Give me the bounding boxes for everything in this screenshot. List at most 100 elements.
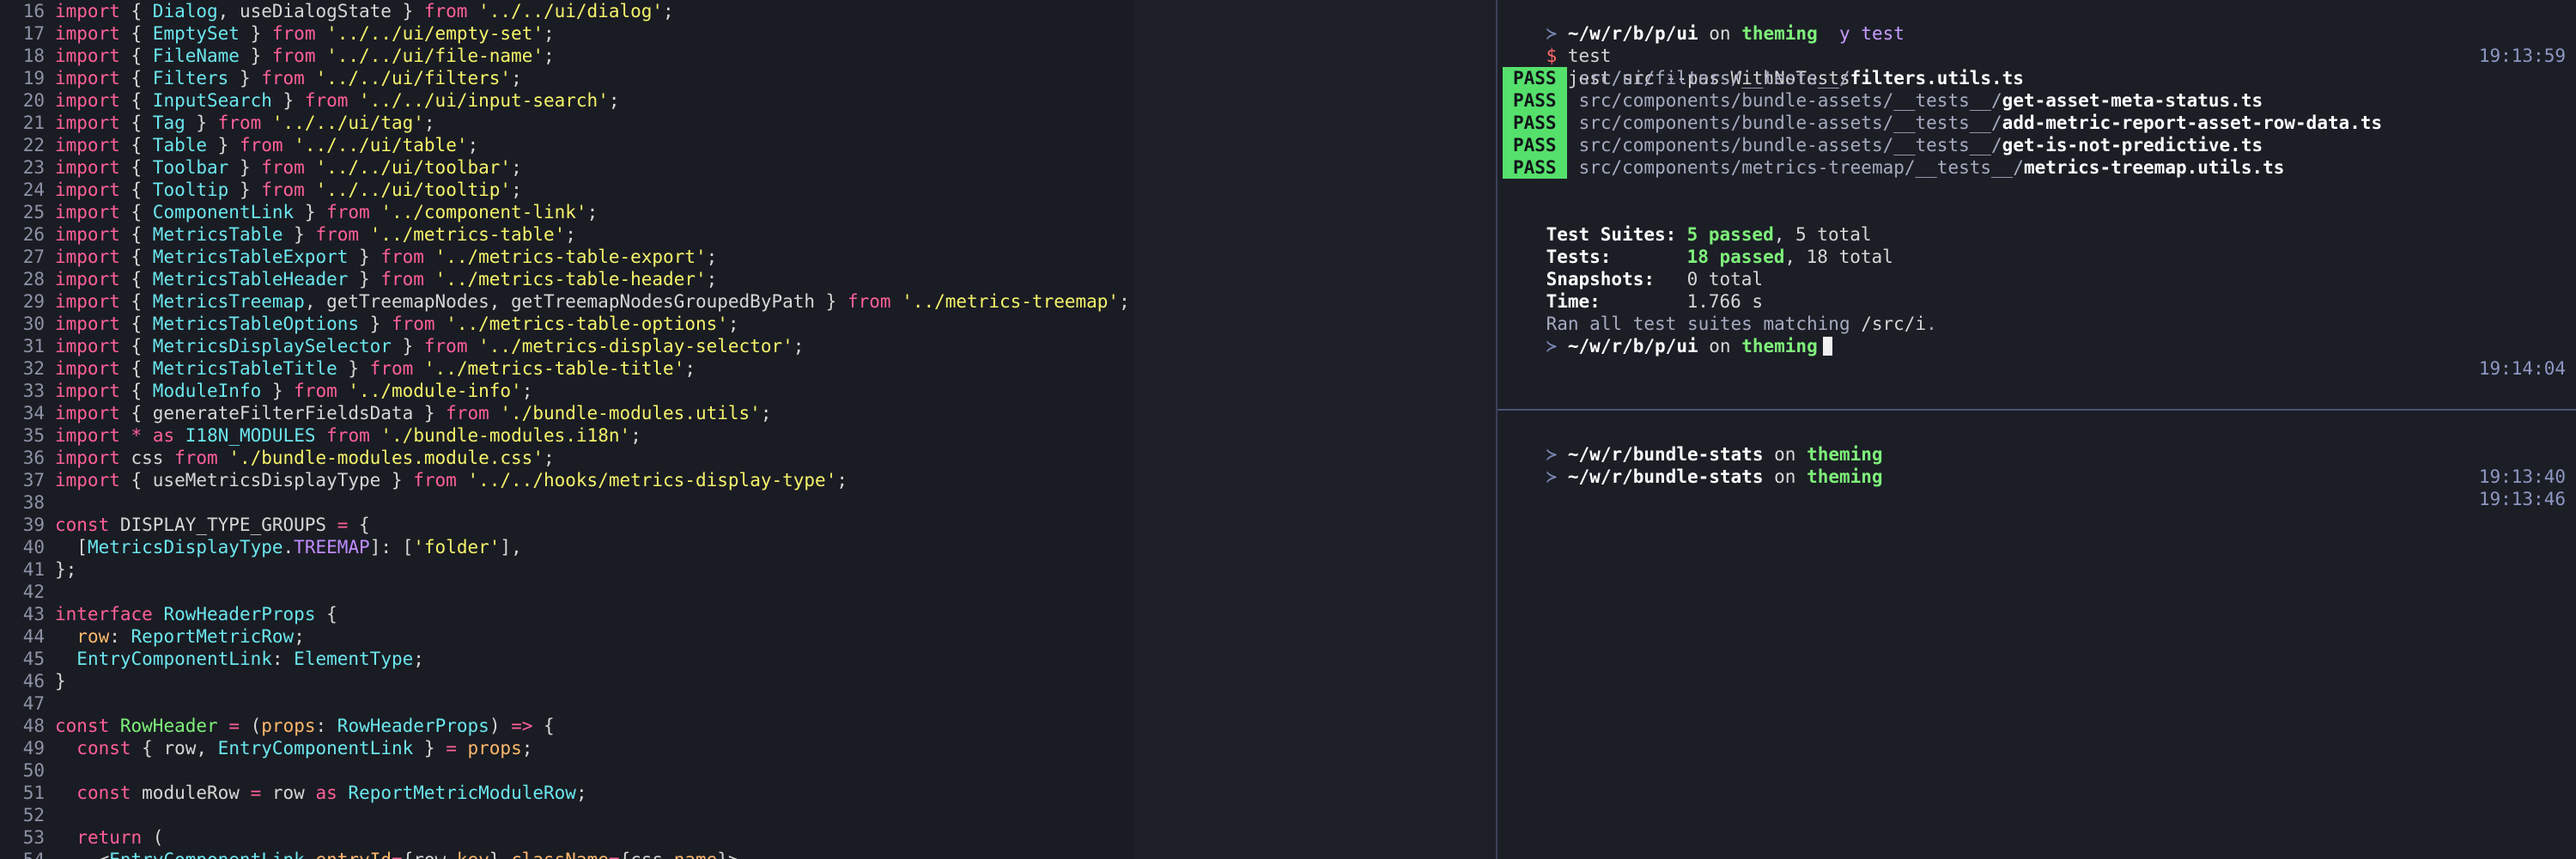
code-line[interactable]: 22 import { Table } from '../../ui/table'… — [0, 134, 478, 156]
code-line[interactable]: 31 import { MetricsDisplaySelector } from… — [0, 335, 805, 357]
line-number: 29 — [22, 291, 45, 312]
code-line[interactable]: 32 import { MetricsTableTitle } from '../… — [0, 357, 696, 380]
code-token: '../metrics-table-options' — [446, 314, 728, 334]
line-number: 31 — [22, 336, 45, 356]
timestamp: 19:13:40 — [2478, 466, 2566, 487]
code-line[interactable]: 48 const RowHeader = (props: RowHeaderPro… — [0, 715, 555, 737]
line-number: 21 — [22, 113, 45, 133]
test-file-dir: src/components/bundle-assets/__tests__/ — [1578, 90, 2002, 111]
code-line[interactable]: 49 const { row, EntryComponentLink } = p… — [0, 737, 533, 759]
code-line[interactable]: 36 import css from './bundle-modules.modu… — [0, 447, 555, 469]
code-token: from — [217, 113, 262, 133]
code-line[interactable]: 29 import { MetricsTreemap, getTreemapNod… — [0, 290, 1130, 313]
code-line[interactable]: 38 — [0, 491, 55, 514]
code-line[interactable]: 52 — [0, 804, 55, 826]
code-line[interactable]: 20 import { InputSearch } from '../../ui/… — [0, 89, 620, 112]
code-line[interactable]: 26 import { MetricsTable } from '../metri… — [0, 223, 576, 246]
code-token: = — [337, 515, 349, 535]
code-token: { — [119, 23, 153, 44]
line-number: 33 — [22, 381, 45, 401]
code-line[interactable]: 39 const DISPLAY_TYPE_GROUPS = { — [0, 514, 370, 536]
code-token: EntryComponentLink — [217, 738, 414, 758]
code-line[interactable]: 47 — [0, 692, 55, 715]
code-line[interactable]: 25 import { ComponentLink } from '../comp… — [0, 201, 598, 223]
code-token: const — [55, 716, 110, 736]
line-number: 16 — [22, 1, 45, 21]
code-line[interactable]: 53 return ( — [0, 826, 164, 849]
terminal-cursor[interactable] — [1822, 337, 1832, 356]
prompt-path: ~/w/r/b/p/ui — [1567, 336, 1698, 356]
code-token: MetricsTableTitle — [152, 358, 337, 379]
line-number: 34 — [22, 403, 45, 423]
code-line[interactable]: 45 EntryComponentLink: ElementType; — [0, 648, 424, 670]
code-token: ; — [511, 180, 522, 200]
line-number: 26 — [22, 224, 45, 245]
code-token: ], — [500, 537, 522, 557]
code-line[interactable]: 23 import { Toolbar } from '../../ui/tool… — [0, 156, 522, 179]
code-token: Dialog — [152, 1, 218, 21]
code-token: className — [511, 850, 609, 859]
line-number: 23 — [22, 157, 45, 178]
code-line[interactable]: 30 import { MetricsTableOptions } from '.… — [0, 313, 739, 335]
test-result-row: PASS src/components/bundle-assets/__tests… — [1503, 134, 2571, 156]
code-line[interactable]: 37 import { useMetricsDisplayType } from … — [0, 469, 848, 491]
code-line[interactable]: 43 interface RowHeaderProps { — [0, 603, 337, 625]
code-token: ( — [142, 827, 164, 848]
code-line[interactable]: 34 import { generateFilterFieldsData } fr… — [0, 402, 772, 424]
prompt-line: ≻ ~/w/r/bundle-stats on theming 19:13:40 — [1503, 421, 2571, 487]
code-line[interactable]: 35 import * as I18N_MODULES from './bundl… — [0, 424, 641, 447]
code-line[interactable]: 40 [MetricsDisplayType.TREEMAP]: ['folde… — [0, 536, 522, 558]
code-line[interactable]: 21 import { Tag } from '../../ui/tag'; — [0, 112, 435, 134]
code-token: } — [239, 23, 272, 44]
code-token: ReportMetricRow — [131, 626, 295, 647]
code-line[interactable]: 16 import { Dialog, useDialogState } from… — [0, 0, 674, 22]
code-token: DISPLAY_TYPE_GROUPS — [109, 515, 337, 535]
code-line[interactable]: 18 import { FileName } from '../../ui/fil… — [0, 45, 555, 67]
line-number: 48 — [22, 716, 45, 736]
code-token: } — [55, 671, 66, 691]
code-line[interactable]: 33 import { ModuleInfo } from '../module-… — [0, 380, 533, 402]
code-line[interactable]: 44 row: ReportMetricRow; — [0, 625, 305, 648]
code-editor-pane[interactable]: 16 import { Dialog, useDialogState } from… — [0, 0, 1135, 859]
code-line[interactable]: 50 — [0, 759, 55, 782]
line-number: 53 — [22, 827, 45, 848]
code-line[interactable]: 51 const moduleRow = row as ReportMetric… — [0, 782, 587, 804]
code-line[interactable]: 27 import { MetricsTableExport } from '..… — [0, 246, 718, 268]
code-line[interactable]: 42 — [0, 581, 55, 603]
line-number: 43 — [22, 604, 45, 624]
code-token: , getTreemapNodes, getTreemapNodesGroupe… — [304, 291, 848, 312]
code-token: '../../ui/file-name' — [326, 46, 544, 66]
code-line[interactable]: 41}; — [0, 558, 77, 581]
code-token: from — [304, 90, 349, 111]
code-token: '../metrics-treemap' — [902, 291, 1120, 312]
code-line[interactable]: 19 import { Filters } from '../../ui/filt… — [0, 67, 522, 89]
code-line[interactable]: 28 import { MetricsTableHeader } from '..… — [0, 268, 718, 290]
code-token: import — [55, 46, 120, 66]
code-token: } — [337, 358, 370, 379]
prompt-arrow-icon: ≻ — [1546, 466, 1558, 487]
terminal-bottom-pane[interactable]: ≻ ~/w/r/bundle-stats on theming 19:13:40… — [1498, 411, 2576, 859]
prompt-line[interactable]: ≻ ~/w/r/b/p/ui on theming 19:14:04 — [1503, 313, 2571, 379]
code-token: { — [119, 291, 153, 312]
code-line[interactable]: 46} — [0, 670, 66, 692]
code-token: from — [380, 247, 424, 267]
code-token: import — [55, 202, 120, 222]
code-line[interactable]: 54 <EntryComponentLink entryId={row.key}… — [0, 849, 739, 859]
line-number: 40 — [22, 537, 45, 557]
terminal-top-pane[interactable]: ≻ ~/w/r/b/p/ui on theming y test 19:13:5… — [1498, 0, 2576, 408]
code-line[interactable]: 17 import { EmptySet } from '../../ui/emp… — [0, 22, 555, 45]
code-token: './bundle-modules.utils' — [500, 403, 761, 423]
code-token: from — [261, 180, 305, 200]
code-line[interactable]: 24 import { Tooltip } from '../../ui/tool… — [0, 179, 522, 201]
code-token: ; — [630, 425, 641, 446]
code-token: . — [283, 537, 295, 557]
line-number: 22 — [22, 135, 45, 155]
